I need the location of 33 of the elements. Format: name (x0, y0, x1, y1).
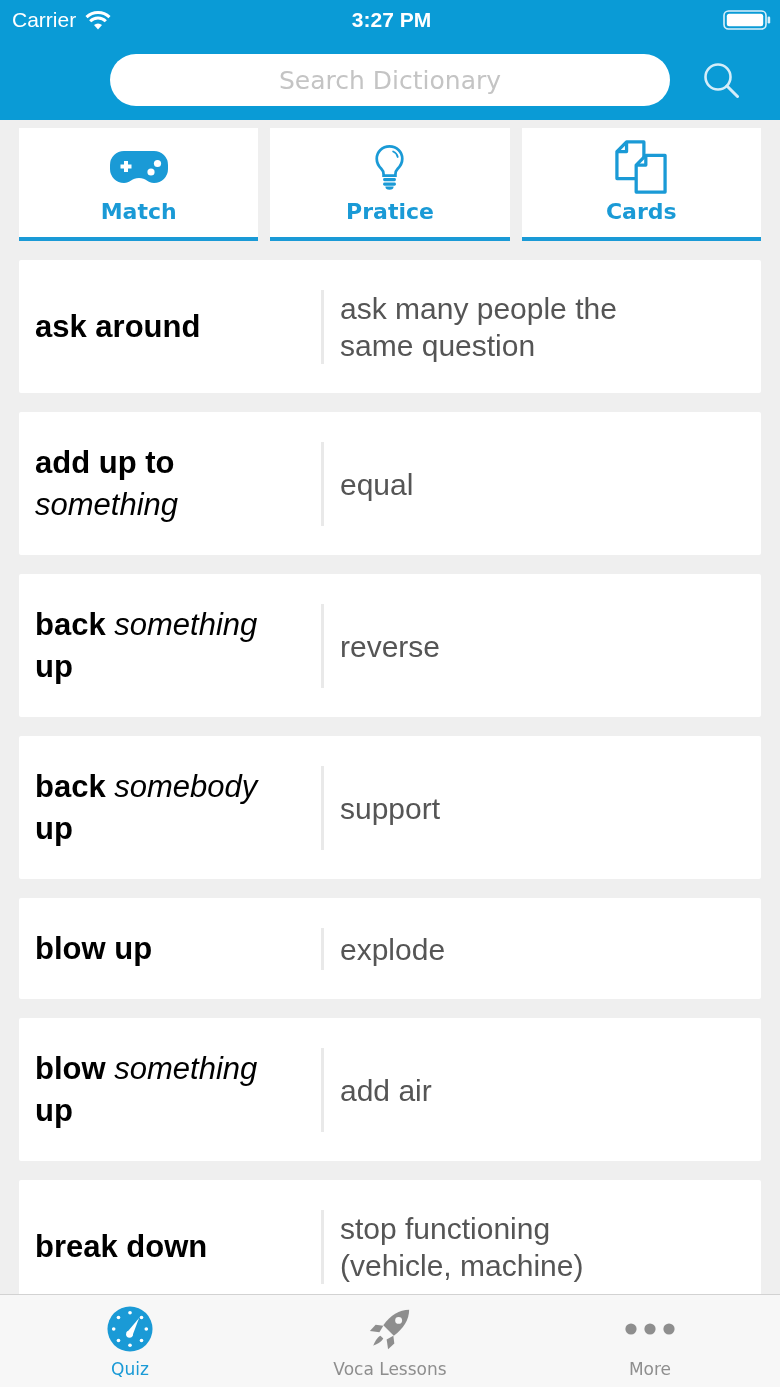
definition-text: support (340, 790, 441, 827)
entry-card[interactable]: ask around ask many people the same question (19, 260, 761, 393)
search-icon (703, 62, 739, 98)
definition-text: equal (340, 466, 414, 503)
definition-text: ask many people the same question (340, 291, 618, 364)
lightbulb-icon (374, 144, 406, 190)
term-text: blow something up (35, 1050, 259, 1130)
term-text: back something up (35, 606, 259, 686)
carrier-label: Carrier (12, 8, 77, 32)
term-text: break down (35, 1228, 208, 1266)
entry-card[interactable]: add up to something equal (19, 412, 761, 555)
term-text: back somebody up (35, 768, 260, 848)
entry-card[interactable]: back something up reverse (19, 574, 761, 717)
gauge-icon (107, 1306, 153, 1352)
gamepad-icon (109, 151, 168, 183)
term-text: blow up (35, 930, 153, 968)
wifi-icon (85, 10, 112, 30)
search-field[interactable]: Search Dictionary (110, 54, 670, 106)
definition-text: reverse (340, 628, 441, 665)
search-button[interactable] (703, 62, 739, 98)
entry-card[interactable]: break down stop functioning (vehicle, machine) (19, 1180, 761, 1294)
documents-icon (615, 140, 668, 194)
more-icon (625, 1323, 675, 1335)
definition-text: explode (340, 931, 446, 968)
definition-text: stop functioning (vehicle, machine) (340, 1211, 585, 1284)
definition-text: add air (340, 1072, 432, 1109)
battery-icon (723, 10, 771, 30)
entry-card[interactable]: back somebody up support (19, 736, 761, 879)
term-text: add up to something (35, 444, 180, 524)
status-time: 3:27 PM (351, 8, 432, 32)
term-text: ask around (35, 308, 201, 346)
entry-card[interactable]: blow something up add air (19, 1018, 761, 1161)
entry-card[interactable]: blow up explode (19, 898, 761, 999)
